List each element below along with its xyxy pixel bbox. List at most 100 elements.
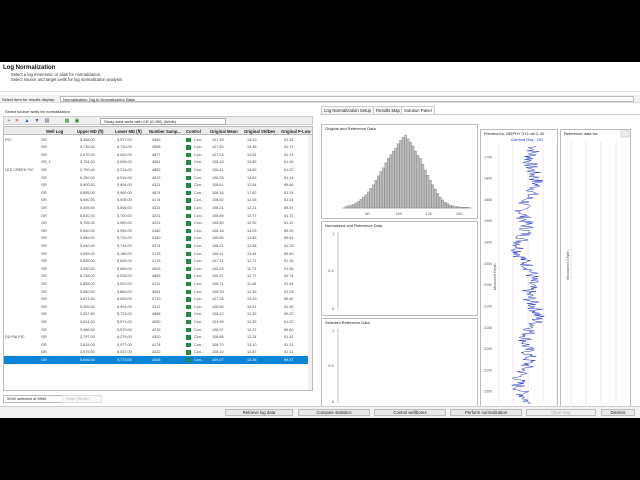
- cell-log: GR: [41, 167, 47, 172]
- table-row[interactable]: GR 5,650.50 5,505.00 4174 Con... 108.02 12.05 5…: [4, 197, 312, 204]
- control-checkbox[interactable]: [186, 274, 191, 279]
- table-row[interactable]: GR 5,305.50 5,506.00 4321 Con... 108.21 12.21 8…: [4, 204, 312, 211]
- add-icon[interactable]: +: [6, 118, 12, 124]
- control-checkbox[interactable]: [186, 342, 191, 348]
- tab-solution-panel[interactable]: Solution Panel: [401, 106, 435, 114]
- table-row[interactable]: GR 3,514.00 5,971.00 4050 Con... 103.99 12.99 5…: [4, 318, 312, 325]
- control-checkbox[interactable]: [186, 243, 191, 249]
- col-header-well-log[interactable]: Well Log: [46, 129, 63, 134]
- zoom-icon[interactable]: ▣: [74, 118, 80, 124]
- table-row[interactable]: GR 5,540.00 5,716.00 4274 Con... 108.21 12.88 5…: [4, 242, 312, 249]
- control-checkbox[interactable]: [186, 190, 191, 196]
- results-display-select[interactable]: Normalization Tag to Normalization Base: [60, 95, 634, 102]
- control-checkbox[interactable]: [186, 327, 191, 332]
- col-header-original-mean[interactable]: Original Mean: [210, 129, 238, 134]
- table-row[interactable]: GR 5,540.00 5,965.00 4182 Con... 108.16 13.03 8…: [4, 227, 312, 234]
- table-row[interactable]: GR 5,550.00 5,860.00 4061 Con... 108.33 12.39 5…: [4, 288, 312, 295]
- table-row[interactable]: GR 5,855.00 5,960.00 4874 Con... 108.16 17.62 5…: [4, 189, 312, 196]
- table-row[interactable]: GR 6,250.00 6,516.00 4613 Con... 108.33 13.62 5…: [4, 174, 312, 181]
- table-row[interactable]: GR 3,815.00 5,977.00 4174 Con... 108.70 13.10 9…: [4, 341, 312, 348]
- clear-map-button[interactable]: Clear map: [526, 409, 596, 416]
- table-row[interactable]: GR 5,855.00 5,920.00 4211 Con... 108.71 11.46 9…: [4, 280, 312, 287]
- table-row[interactable]: GR 3,007.50 5,721.00 4898 Con... 108.10 12.32 9…: [4, 311, 312, 318]
- table-row[interactable]: DU FAI PIC GR 3,797.00 6,279.00 4320 Con... 10…: [4, 334, 312, 341]
- cell-n: 4613: [152, 175, 161, 180]
- table-row[interactable]: GR 5,595.00 5,605.00 4176 Con... 107.11 12.71 5…: [4, 258, 312, 265]
- cell-sd: 12.87: [247, 350, 257, 355]
- control-checkbox[interactable]: [186, 350, 191, 355]
- grid-icon[interactable]: ▦: [64, 118, 70, 124]
- cell-ctrl: Con...: [194, 137, 205, 142]
- table-row[interactable]: GR 5,606.00 5,770.00 4206 Con... 109.07 13.26 8…: [4, 356, 312, 364]
- table-row[interactable]: GR 5,305.50 5,904.00 4221 Con... 108.90 12.61 5…: [4, 303, 312, 310]
- table-row[interactable]: GR 4,099.00 6,186.00 4176 Con... 108.11 13.44 8…: [4, 250, 312, 257]
- col-header-number-samples[interactable]: Number Samp...: [149, 129, 181, 134]
- control-checkbox[interactable]: [186, 221, 191, 226]
- control-checkbox[interactable]: [186, 251, 191, 256]
- col-header-original-stddev[interactable]: Original StdDev: [244, 129, 275, 134]
- cell-p: 91.23: [284, 342, 294, 347]
- col-header-upper-md[interactable]: Upper MD (ft): [77, 129, 104, 134]
- control-checkbox[interactable]: [186, 137, 191, 142]
- perform-normalization-button[interactable]: Perform normalization: [450, 409, 522, 416]
- control-checkbox[interactable]: [186, 266, 191, 272]
- table-row[interactable]: GR 2,070.00 5,400.00 4877 Con... 107.13 14.04 5…: [4, 151, 312, 158]
- control-checkbox[interactable]: [186, 335, 191, 340]
- cell-lower: 5,920.00: [117, 281, 132, 286]
- up-arrow-icon[interactable]: ▲: [24, 118, 30, 124]
- control-checkbox[interactable]: [186, 357, 191, 363]
- compute-statistics-button[interactable]: Compute statistics: [298, 409, 370, 416]
- tab-normalization-setup[interactable]: Log Normalization Setup: [321, 106, 375, 114]
- control-checkbox[interactable]: [186, 167, 191, 173]
- table-row[interactable]: GR 3,671.50 6,026.00 4710 Con... 107.28 13.20 8…: [4, 296, 312, 303]
- control-checkbox[interactable]: [186, 297, 191, 302]
- wells-grid: Well Log Upper MD (ft) Lower MD (ft) Num…: [3, 126, 313, 391]
- control-checkbox[interactable]: [186, 198, 191, 203]
- table-row[interactable]: GR 5,705.00 5,950.00 4221 Con... 108.60 12.92 5…: [4, 220, 312, 227]
- cell-ctrl: Con...: [194, 289, 205, 294]
- cell-lower: 5,710.00: [117, 236, 132, 241]
- dismiss-button[interactable]: Dismiss: [601, 409, 635, 416]
- col-header-original-plow[interactable]: Original P-Low: [281, 129, 311, 134]
- table-row[interactable]: GR 5,745.00 6,026.00 4883 Con... 105.37 12.77 9…: [4, 273, 312, 280]
- cell-n: 4221: [152, 221, 161, 226]
- table-row[interactable]: PIC GR 5,358.00 5,977.00 4969 Con... 107.18 13.…: [4, 136, 312, 143]
- control-checkbox[interactable]: [186, 236, 191, 241]
- retrieve-log-data-button[interactable]: Retrieve log data: [225, 409, 293, 416]
- control-checkbox[interactable]: [186, 145, 191, 150]
- table-row[interactable]: GR 5,900.50 5,904.00 4321 Con... 108.61 12.64 8…: [4, 182, 312, 189]
- table-row[interactable]: GR 5,735.50 5,710.00 4968 Con... 107.60 13.36 5…: [4, 144, 312, 151]
- control-checkbox[interactable]: [186, 304, 191, 310]
- control-wellbores-button[interactable]: Control wellbores: [374, 409, 446, 416]
- control-checkbox[interactable]: [186, 205, 191, 211]
- table-row[interactable]: GR 3,466.50 5,570.00 4215 Con... 108.37 12.37 8…: [4, 326, 312, 333]
- control-checkbox[interactable]: [186, 281, 191, 287]
- filter-icon[interactable]: ▤: [44, 118, 50, 124]
- grid-scrollbar[interactable]: [308, 135, 312, 390]
- col-header-lower-md[interactable]: Lower MD (ft): [115, 129, 142, 134]
- table-row[interactable]: GR 5,885.50 5,710.00 4150 Con... 108.80 13.85 8…: [4, 235, 312, 242]
- control-checkbox[interactable]: [186, 319, 191, 325]
- col-header-control[interactable]: Control: [186, 129, 201, 134]
- table-row[interactable]: GR_1 3,704.00 6,005.00 4681 Con... 108.18 12.8…: [4, 159, 312, 166]
- control-checkbox[interactable]: [186, 259, 191, 264]
- control-checkbox[interactable]: [186, 183, 191, 188]
- remove-icon[interactable]: ✕: [14, 118, 20, 124]
- table-row[interactable]: GR 3,975.50 6,037.00 4222 Con... 108.10 12.87 5…: [4, 349, 312, 356]
- control-checkbox[interactable]: [186, 152, 191, 158]
- table-row[interactable]: GR 3,950.50 5,669.00 4003 Con... 109.33 11.73 9…: [4, 265, 312, 272]
- control-checkbox[interactable]: [186, 175, 191, 180]
- cell-ctrl: Con...: [194, 213, 205, 218]
- control-checkbox[interactable]: [186, 213, 191, 218]
- histogram-bar: [424, 169, 427, 209]
- control-checkbox[interactable]: [186, 160, 191, 165]
- control-checkbox[interactable]: [186, 228, 191, 234]
- well-filter-combo[interactable]: Study area wells with GR (0,050) (Wells): [100, 117, 226, 125]
- control-checkbox[interactable]: [186, 289, 191, 294]
- cell-log: GR: [41, 281, 47, 286]
- table-row[interactable]: GR 5,810.00 5,700.00 4221 Con... 108.89 12.77 5…: [4, 212, 312, 219]
- down-arrow-icon[interactable]: ▼: [34, 118, 40, 124]
- table-row[interactable]: LES CREEK PIC GR 2,700.00 6,214.00 4882 Con..…: [4, 166, 312, 173]
- control-checkbox[interactable]: [186, 312, 191, 317]
- tab-results-map[interactable]: Results Map: [373, 106, 403, 114]
